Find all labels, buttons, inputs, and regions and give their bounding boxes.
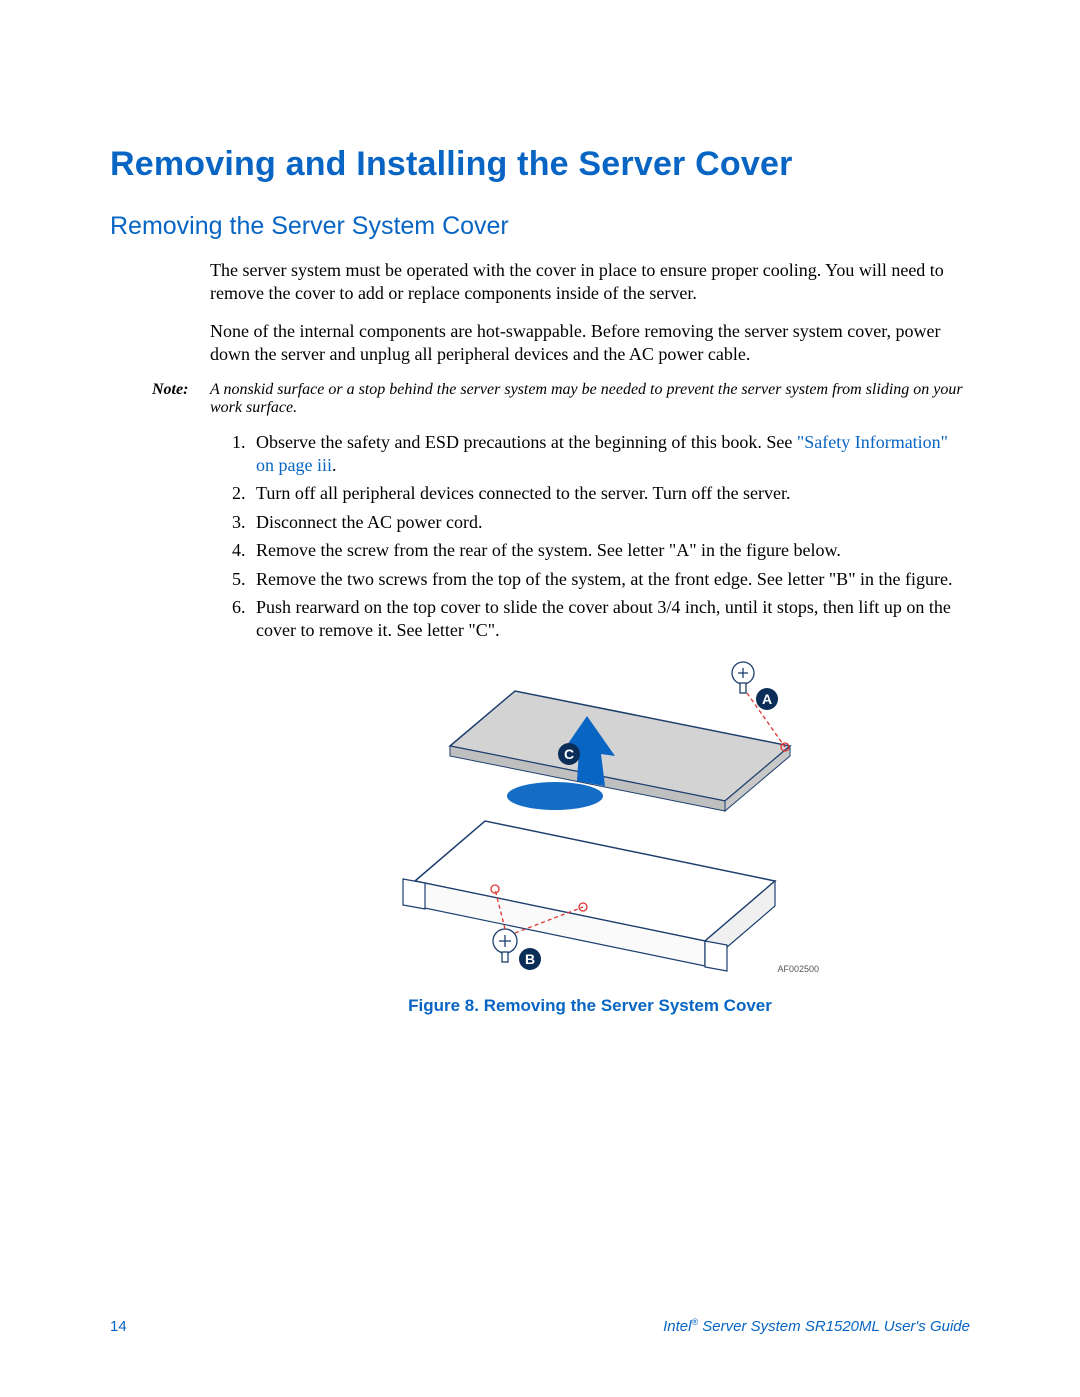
step-4: Remove the screw from the rear of the sy… bbox=[250, 539, 970, 562]
intro-paragraph-2: None of the internal components are hot-… bbox=[210, 320, 970, 365]
note-label: Note: bbox=[152, 381, 210, 417]
figure-caption: Figure 8. Removing the Server System Cov… bbox=[210, 995, 970, 1016]
callout-a-label: A bbox=[762, 691, 772, 707]
page-number: 14 bbox=[110, 1318, 127, 1335]
step-2: Turn off all peripheral devices connecte… bbox=[250, 482, 970, 505]
step-1-post: . bbox=[332, 455, 337, 475]
callout-c-label: C bbox=[564, 746, 574, 762]
step-6: Push rearward on the top cover to slide … bbox=[250, 596, 970, 641]
note-text: A nonskid surface or a stop behind the s… bbox=[210, 381, 970, 417]
step-1-pre: Observe the safety and ESD precautions a… bbox=[256, 432, 797, 452]
intro-paragraph-1: The server system must be operated with … bbox=[210, 259, 970, 304]
callout-b-label: B bbox=[525, 951, 535, 967]
figure-code: AF002500 bbox=[777, 964, 819, 975]
footer-title: Intel® Server System SR1520ML User's Gui… bbox=[663, 1317, 970, 1335]
page-title: Removing and Installing the Server Cover bbox=[110, 145, 970, 184]
figure-diagram: A B C AF002500 bbox=[355, 651, 825, 981]
step-1: Observe the safety and ESD precautions a… bbox=[250, 431, 970, 476]
step-list: Observe the safety and ESD precautions a… bbox=[210, 431, 970, 641]
section-heading: Removing the Server System Cover bbox=[110, 212, 970, 241]
step-3: Disconnect the AC power cord. bbox=[250, 511, 970, 534]
step-5: Remove the two screws from the top of th… bbox=[250, 568, 970, 591]
